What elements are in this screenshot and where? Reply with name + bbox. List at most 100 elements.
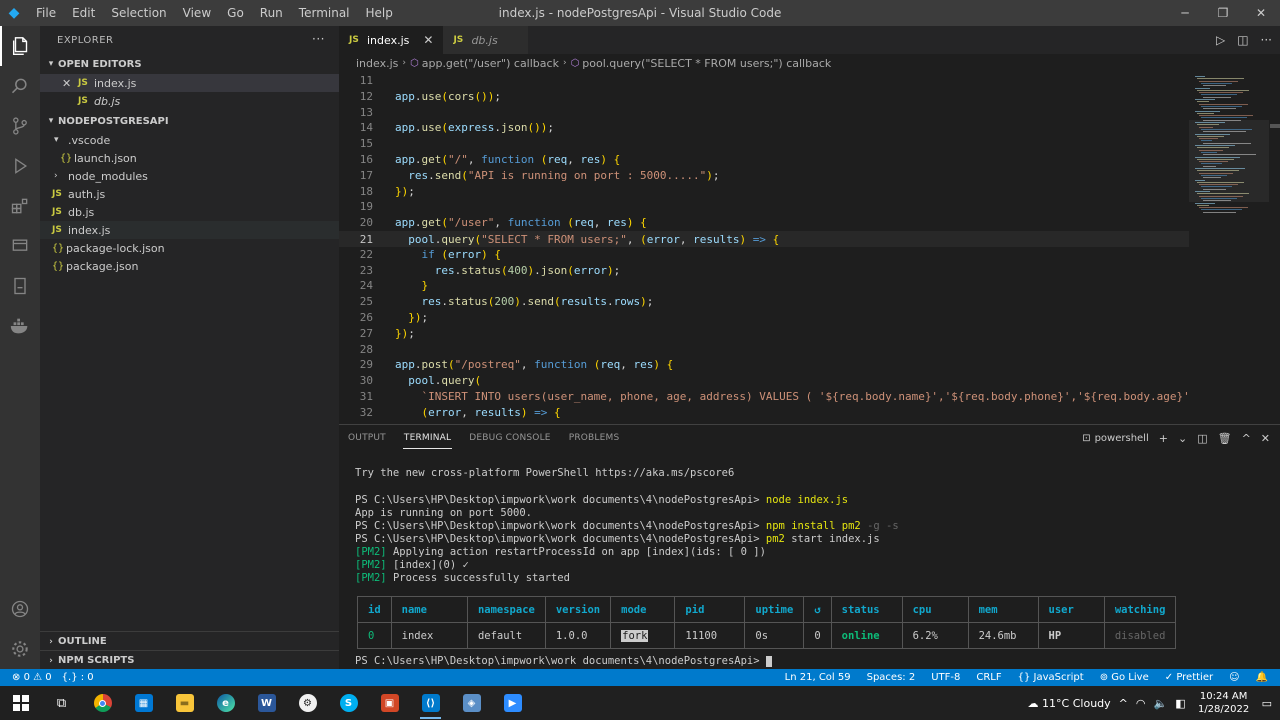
breadcrumb-symbol[interactable]: pool.query("SELECT * FROM users;") callb…: [582, 57, 831, 70]
minimap[interactable]: [1189, 72, 1280, 420]
tree-folder[interactable]: › node_modules: [40, 167, 339, 185]
new-terminal-icon[interactable]: +: [1159, 432, 1168, 445]
menu-help[interactable]: Help: [358, 0, 401, 26]
windows-start-icon[interactable]: [0, 686, 41, 720]
code-line[interactable]: 27});: [339, 326, 1189, 342]
minimize-icon[interactable]: ─: [1166, 0, 1204, 26]
terminal-selector[interactable]: ⊡ powershell: [1082, 433, 1149, 444]
chrome-icon[interactable]: [82, 686, 123, 720]
tab-index-js[interactable]: JS index.js ✕: [339, 26, 444, 54]
notifications-center-icon[interactable]: ▭: [1262, 697, 1272, 710]
network-icon[interactable]: ◠: [1136, 697, 1146, 710]
code-line[interactable]: 28: [339, 342, 1189, 358]
word-icon[interactable]: W: [246, 686, 287, 720]
app2-icon[interactable]: ◈: [451, 686, 492, 720]
clock[interactable]: 10:24 AM 1/28/2022: [1194, 690, 1254, 716]
menu-run[interactable]: Run: [252, 0, 291, 26]
chevron-down-icon[interactable]: ⌄: [1178, 432, 1187, 445]
app-icon[interactable]: ⚙: [287, 686, 328, 720]
problems-indicator[interactable]: ⊗ 0 ⚠ 0: [12, 672, 52, 683]
maximize-icon[interactable]: ❐: [1204, 0, 1242, 26]
breadcrumb-symbol[interactable]: app.get("/user") callback: [422, 57, 559, 70]
chevron-up-icon[interactable]: ^: [1119, 697, 1128, 710]
terminal-prompt-line[interactable]: PS C:\Users\HP\Desktop\impwork\work docu…: [355, 655, 772, 668]
tab-db-js[interactable]: JS db.js: [443, 26, 528, 54]
code-line[interactable]: 21 pool.query("SELECT * FROM users;", (e…: [339, 231, 1189, 247]
menu-edit[interactable]: Edit: [64, 0, 103, 26]
powerpoint-icon[interactable]: ▣: [369, 686, 410, 720]
tab-debug-console[interactable]: DEBUG CONSOLE: [460, 425, 559, 451]
notifications-icon[interactable]: 🔔: [1256, 672, 1268, 683]
encoding[interactable]: UTF-8: [931, 672, 960, 683]
braces-indicator[interactable]: {.} : 0: [62, 672, 94, 683]
language-mode[interactable]: {} JavaScript: [1018, 672, 1084, 683]
tab-terminal[interactable]: TERMINAL: [395, 425, 460, 451]
volume-icon[interactable]: 🔈: [1153, 697, 1167, 710]
maximize-panel-icon[interactable]: ^: [1242, 432, 1251, 445]
source-control-icon[interactable]: [0, 106, 40, 146]
file-explorer-icon[interactable]: ▬: [164, 686, 205, 720]
code-line[interactable]: 31 `INSERT INTO users(user_name, phone, …: [339, 389, 1189, 405]
end-of-line[interactable]: CRLF: [976, 672, 1001, 683]
open-editor-item[interactable]: JS db.js: [40, 92, 339, 110]
settings-gear-icon[interactable]: [0, 629, 40, 669]
code-line[interactable]: 20 app.get("/user", function (req, res) {: [339, 215, 1189, 231]
language-icon[interactable]: ◧: [1175, 697, 1185, 710]
run-debug-icon[interactable]: [0, 146, 40, 186]
prettier-status[interactable]: ✓ Prettier: [1165, 672, 1213, 683]
extensions-icon[interactable]: [0, 186, 40, 226]
split-terminal-icon[interactable]: ◫: [1197, 432, 1207, 445]
account-icon[interactable]: [0, 589, 40, 629]
close-icon[interactable]: ✕: [62, 77, 78, 90]
open-editor-item[interactable]: ✕ JS index.js: [40, 74, 339, 92]
code-line[interactable]: 32 (error, results) => {: [339, 405, 1189, 420]
go-live-button[interactable]: ⊚ Go Live: [1100, 672, 1149, 683]
tree-file[interactable]: JS db.js: [40, 203, 339, 221]
code-line[interactable]: 29 app.post("/postreq", function (req, re…: [339, 357, 1189, 373]
code-line[interactable]: 18});: [339, 184, 1189, 200]
cursor-position[interactable]: Ln 21, Col 59: [785, 672, 851, 683]
tree-folder[interactable]: ▾ .vscode: [40, 131, 339, 149]
trash-icon[interactable]: 🗑: [1218, 432, 1232, 445]
menu-selection[interactable]: Selection: [103, 0, 174, 26]
code-line[interactable]: 26 });: [339, 310, 1189, 326]
store-icon[interactable]: ▦: [123, 686, 164, 720]
split-editor-icon[interactable]: ◫: [1237, 33, 1248, 47]
close-panel-icon[interactable]: ✕: [1261, 432, 1270, 445]
skype-icon[interactable]: S: [328, 686, 369, 720]
indentation[interactable]: Spaces: 2: [867, 672, 916, 683]
more-actions-icon[interactable]: ···: [1261, 33, 1272, 47]
tree-file[interactable]: JS auth.js: [40, 185, 339, 203]
code-line[interactable]: 12 app.use(cors());: [339, 89, 1189, 105]
database-icon[interactable]: [0, 266, 40, 306]
code-line[interactable]: 24 }: [339, 278, 1189, 294]
remote-explorer-icon[interactable]: [0, 226, 40, 266]
edge-icon[interactable]: e: [205, 686, 246, 720]
code-line[interactable]: 16 app.get("/", function (req, res) {: [339, 152, 1189, 168]
docker-icon[interactable]: [0, 306, 40, 346]
tree-file[interactable]: {} package.json: [40, 257, 339, 275]
more-actions-icon[interactable]: ···: [312, 32, 325, 46]
weather-widget[interactable]: ☁ 11°C Cloudy: [1028, 697, 1111, 710]
menu-go[interactable]: Go: [219, 0, 252, 26]
outline-section[interactable]: › OUTLINE: [40, 631, 339, 651]
npm-scripts-section[interactable]: › NPM SCRIPTS: [40, 650, 339, 670]
code-line[interactable]: 13: [339, 105, 1189, 121]
tab-problems[interactable]: PROBLEMS: [560, 425, 629, 451]
code-line[interactable]: 23 res.status(400).json(error);: [339, 263, 1189, 279]
menu-file[interactable]: File: [28, 0, 64, 26]
tab-output[interactable]: OUTPUT: [339, 425, 395, 451]
menu-terminal[interactable]: Terminal: [291, 0, 358, 26]
code-line[interactable]: 15: [339, 136, 1189, 152]
task-view-icon[interactable]: ⧉: [41, 686, 82, 720]
code-line[interactable]: 30 pool.query(: [339, 373, 1189, 389]
code-line[interactable]: 25 res.status(200).send(results.rows);: [339, 294, 1189, 310]
breadcrumb-file[interactable]: index.js: [356, 57, 398, 70]
vscode-taskbar-icon[interactable]: ⟨⟩: [410, 686, 451, 720]
tree-file[interactable]: {} launch.json: [40, 149, 339, 167]
code-line[interactable]: 11: [339, 73, 1189, 89]
code-line[interactable]: 22 if (error) {: [339, 247, 1189, 263]
feedback-icon[interactable]: ☺: [1229, 672, 1239, 683]
code-line[interactable]: 19: [339, 199, 1189, 215]
editor-scrollbar[interactable]: [1270, 124, 1280, 128]
